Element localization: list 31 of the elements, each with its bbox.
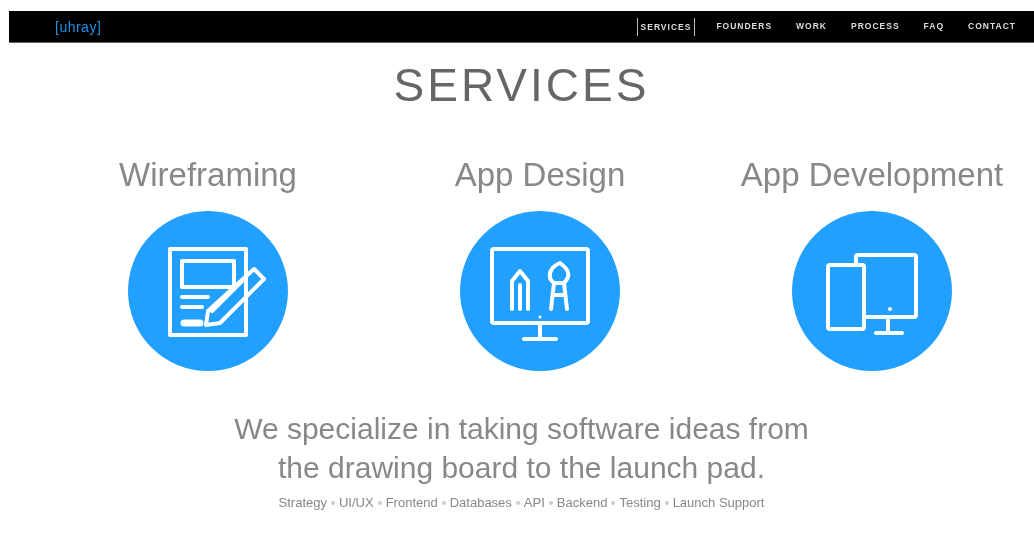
nav-link[interactable]: CONTACT — [956, 17, 1028, 36]
nav-link[interactable]: PROCESS — [839, 17, 912, 36]
nav-link[interactable]: SERVICES — [636, 17, 696, 36]
skill-label: API — [523, 495, 545, 510]
service-title: App Development — [740, 155, 1004, 195]
nav-link[interactable]: FAQ — [911, 17, 957, 36]
bullet-icon — [611, 500, 616, 505]
service-title: App Design — [454, 155, 626, 195]
skill-label: Frontend — [385, 495, 438, 510]
note-pencil-icon — [128, 211, 288, 371]
skill-label: Strategy — [278, 495, 327, 510]
skill-label: UI/UX — [339, 495, 374, 510]
section-title: SERVICES — [392, 58, 651, 113]
skill-label: Testing — [619, 495, 661, 510]
tablet-monitor-icon — [792, 211, 952, 371]
bullet-icon — [664, 500, 669, 505]
service-title: Wireframing — [119, 155, 297, 195]
bullet-icon — [441, 500, 446, 505]
tagline-text: We specialize in taking software ideas from — [234, 412, 809, 445]
nav-link[interactable]: FOUNDERS — [704, 17, 785, 36]
skill-label: Launch Support — [672, 495, 765, 510]
logo[interactable]: [uhray] — [55, 18, 102, 35]
bullet-icon — [331, 500, 335, 505]
tagline-text: the drawing board to the launch pad. — [278, 451, 765, 484]
bullet-icon — [548, 500, 553, 505]
skill-label: Backend — [556, 495, 608, 510]
skill-label: Databases — [449, 495, 512, 510]
bullet-icon — [515, 500, 520, 505]
monitor-pencil-brush-icon — [460, 211, 620, 371]
bullet-icon — [377, 500, 382, 505]
nav-link[interactable]: WORK — [784, 17, 839, 36]
